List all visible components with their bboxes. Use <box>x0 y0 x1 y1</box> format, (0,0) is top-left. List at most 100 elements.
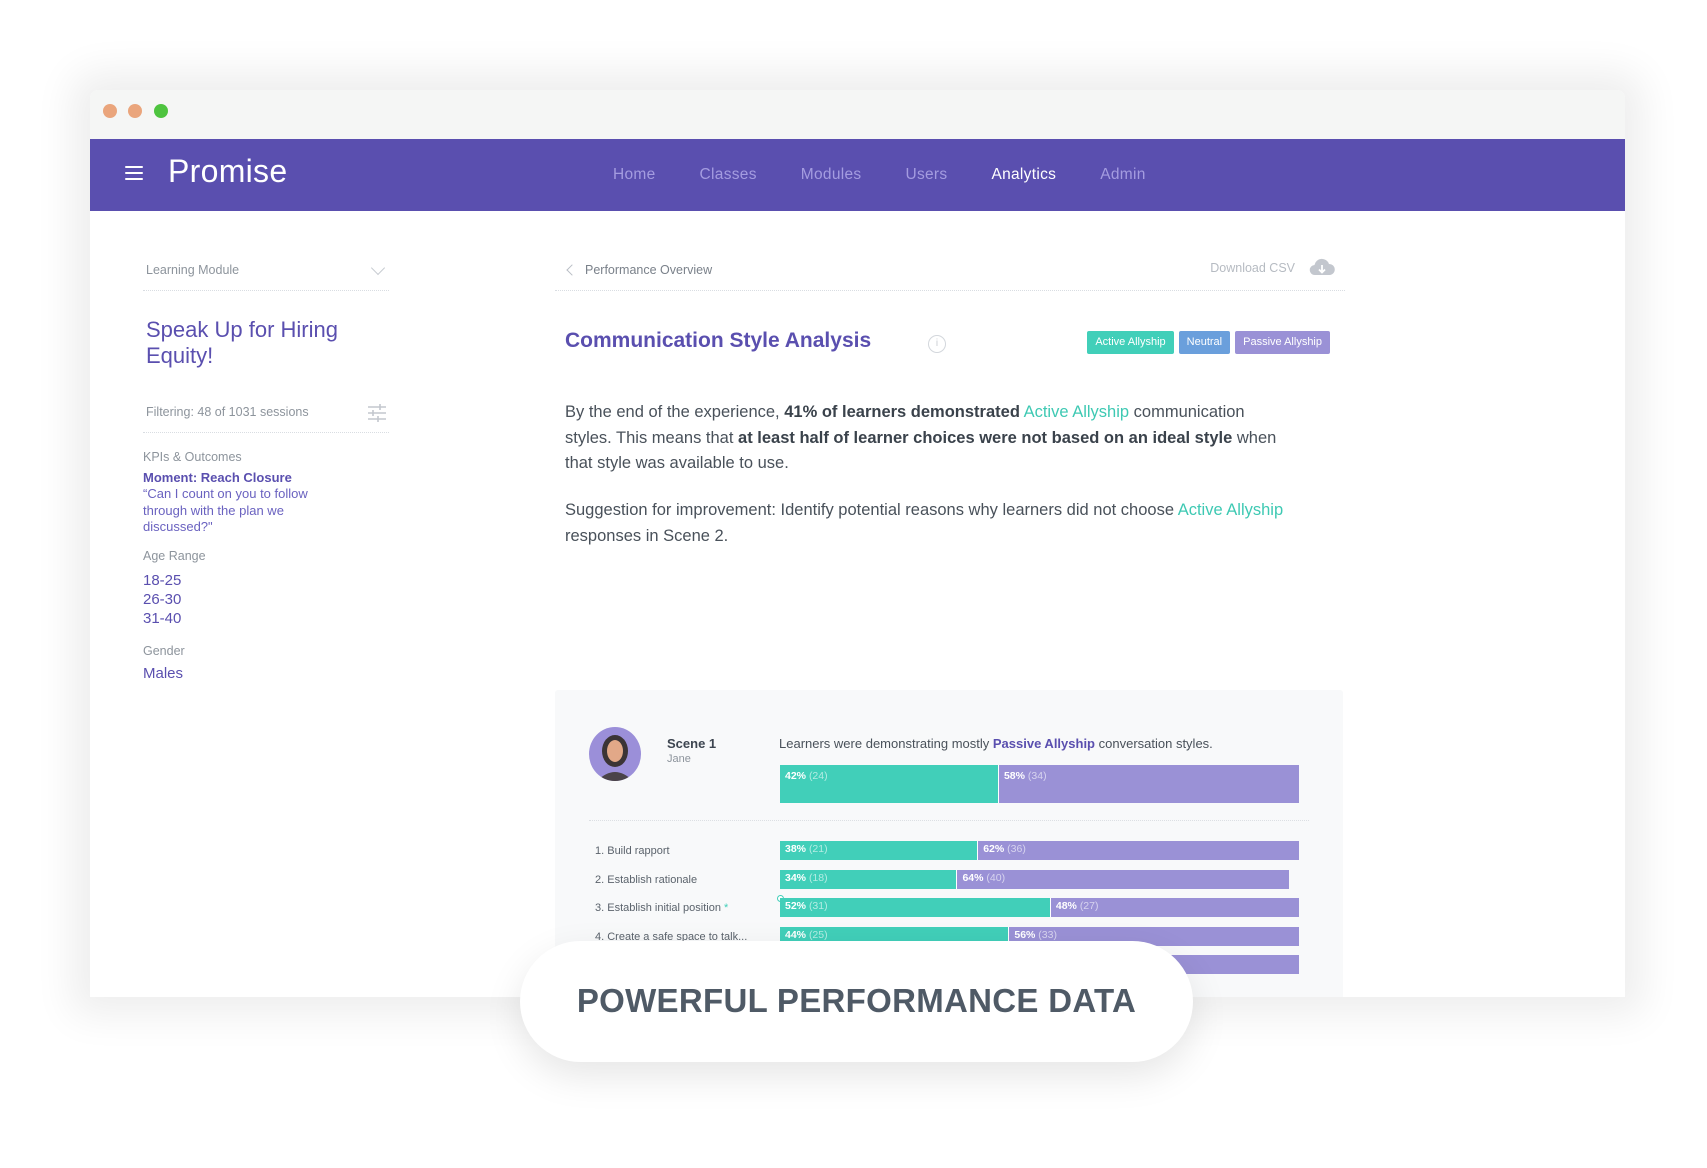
section-title: Communication Style Analysis <box>565 329 872 352</box>
module-title: Speak Up for Hiring Equity! <box>146 317 338 368</box>
top-navbar: Promise Home Classes Modules Users Analy… <box>90 139 1625 211</box>
age-range-list: 18-25 26-30 31-40 <box>143 571 181 628</box>
scene-title: Scene 1 <box>667 736 717 751</box>
chart-divider <box>589 820 1309 821</box>
overall-passive-value-label: 58% (34) <box>1003 770 1047 782</box>
download-csv-label: Download CSV <box>1210 261 1295 275</box>
overall-active-value-label: 42% (24) <box>785 770 828 782</box>
summary-bold: 41% of learners demonstrated <box>784 403 1020 421</box>
kpi-label: KPIs & Outcomes <box>143 450 242 464</box>
row-3-passive-segment[interactable]: 48% (27) <box>1049 898 1299 917</box>
age-range-label: Age Range <box>143 549 206 563</box>
hamburger-menu-icon[interactable] <box>125 166 143 180</box>
legend-neutral[interactable]: Neutral <box>1178 331 1231 354</box>
age-range-item: 18-25 <box>143 572 182 589</box>
row-1-passive-count-label: (36) <box>1007 843 1026 855</box>
bar-row-label: 1. Build rapport <box>595 845 670 857</box>
nav-classes[interactable]: Classes <box>700 166 757 184</box>
row-3-active-value-label: 52% (31) <box>785 900 828 912</box>
row-3-passive-value-label: 48% (27) <box>1055 900 1099 912</box>
scene-summary-text: Learners were demonstrating mostly <box>779 736 993 751</box>
row-4-passive-value-label: 56% (33) <box>1014 928 1057 941</box>
age-range-item: 31-40 <box>143 610 182 627</box>
row-1-active-value-label: 38% (21) <box>785 843 828 855</box>
active-allyship-highlight: Active Allyship <box>1023 403 1130 421</box>
cloud-download-icon <box>1309 258 1335 276</box>
chevron-down-icon <box>370 260 386 276</box>
chevron-left-icon[interactable] <box>566 264 578 276</box>
row-4-passive-count-label: (33) <box>1038 928 1057 941</box>
gender-value: Males <box>143 665 184 682</box>
scene-character: Jane <box>667 753 691 765</box>
session-filter-row: Filtering: 48 of 1031 sessions <box>143 393 389 433</box>
learning-module-label: Learning Module <box>146 263 240 277</box>
breadcrumb-performance-overview[interactable]: Performance Overview <box>585 263 712 277</box>
active-allyship-highlight: Active Allyship <box>1177 501 1284 519</box>
summary-bold: at least half of learner choices were no… <box>738 428 1233 447</box>
row-2-active-value-label: 34% (18) <box>785 871 828 884</box>
filter-sliders-icon[interactable] <box>367 403 387 423</box>
suggestion-paragraph: Suggestion for improvement: Identify pot… <box>565 498 1285 549</box>
scene-summary-text: conversation styles. <box>1095 736 1213 751</box>
nav-links: Home Classes Modules Users Analytics Adm… <box>613 139 1190 211</box>
nav-admin[interactable]: Admin <box>1100 166 1145 184</box>
gender-label: Gender <box>143 644 185 658</box>
row-1-stacked-bar: 38% (21) 62% (36) <box>780 841 1299 860</box>
legend-passive-allyship[interactable]: Passive Allyship <box>1235 331 1330 354</box>
feature-banner-text: POWERFUL PERFORMANCE DATA <box>576 982 1137 1019</box>
filter-status: Filtering: 48 of 1031 sessions <box>146 405 309 419</box>
suggestion-text: Suggestion for improvement: Identify pot… <box>565 501 1178 519</box>
row-2-passive-segment[interactable]: 64% (40) <box>956 869 1289 889</box>
bar-row-label: 2. Establish rationale <box>595 873 698 886</box>
row-1-active-count-label: (21) <box>808 843 828 855</box>
overall-stacked-bar: 42% (24) 58% (34) <box>780 765 1299 803</box>
avatar <box>589 727 641 781</box>
minimize-window-button[interactable] <box>128 104 142 118</box>
row-1-passive-value-label: 62% (36) <box>983 843 1026 855</box>
row-1-passive-segment[interactable]: 62% (36) <box>977 841 1299 860</box>
nav-home[interactable]: Home <box>613 166 656 184</box>
kpi-quote: “Can I count on you to follow through wi… <box>143 486 308 534</box>
legend-active-allyship[interactable]: Active Allyship <box>1087 331 1174 354</box>
kpi-moment: Moment: Reach Closure <box>143 470 292 485</box>
download-csv-button[interactable]: Download CSV <box>1210 257 1335 279</box>
learning-module-dropdown[interactable]: Learning Module <box>143 251 389 291</box>
overall-passive-count-label: (34) <box>1027 770 1047 782</box>
row-3-passive-count-label: (27) <box>1079 900 1099 912</box>
maximize-window-button[interactable] <box>154 104 168 118</box>
overall-active-count-label: (24) <box>808 770 828 782</box>
summary-paragraph: By the end of the experience, 41% of lea… <box>565 400 1285 477</box>
row-1-active-segment[interactable]: 38% (21) <box>780 841 978 860</box>
overall-active-segment[interactable]: 42% (24) <box>780 765 998 803</box>
scene-summary: Learners were demonstrating mostly Passi… <box>779 736 1213 751</box>
row-2-stacked-bar: 34% (18) 64% (40) <box>780 869 1299 889</box>
chart-legend: Active Allyship Neutral Passive Allyship <box>1082 331 1330 354</box>
close-window-button[interactable] <box>103 104 117 118</box>
row-3-active-segment[interactable]: 52% (31) <box>780 898 1050 917</box>
window-titlebar <box>90 90 1625 139</box>
bar-row-label: 3. Establish initial position * <box>595 902 729 914</box>
row-3-active-count-label: (31) <box>808 900 828 912</box>
overall-passive-segment[interactable]: 58% (34) <box>997 765 1299 803</box>
info-icon[interactable]: i <box>928 335 946 353</box>
passive-allyship-highlight: Passive Allyship <box>992 736 1096 751</box>
brand-logo[interactable]: Promise <box>168 153 287 190</box>
age-range-item: 26-30 <box>143 591 182 608</box>
suggestion-text: responses in Scene 2. <box>565 526 729 545</box>
nav-modules[interactable]: Modules <box>801 166 862 184</box>
row-2-active-segment[interactable]: 34% (18) <box>780 869 957 889</box>
breadcrumb: Performance Overview Download CSV <box>555 251 1345 291</box>
row-4-active-count-label: (25) <box>808 928 828 941</box>
feature-banner: POWERFUL PERFORMANCE DATA <box>520 941 1193 1062</box>
person-portrait-icon <box>597 735 633 781</box>
row-4-active-value-label: 44% (25) <box>785 928 828 941</box>
row-2-passive-count-label: (40) <box>986 871 1006 884</box>
nav-users[interactable]: Users <box>905 166 947 184</box>
summary-text: By the end of the experience, <box>565 403 785 421</box>
row-2-active-count-label: (18) <box>808 871 828 884</box>
row-3-stacked-bar: 52% (31) 48% (27) <box>780 898 1299 917</box>
nav-analytics[interactable]: Analytics <box>991 166 1056 184</box>
browser-window: Promise Home Classes Modules Users Analy… <box>90 90 1625 997</box>
row-2-passive-value-label: 64% (40) <box>962 871 1006 884</box>
star-marker-icon: * <box>720 902 729 914</box>
